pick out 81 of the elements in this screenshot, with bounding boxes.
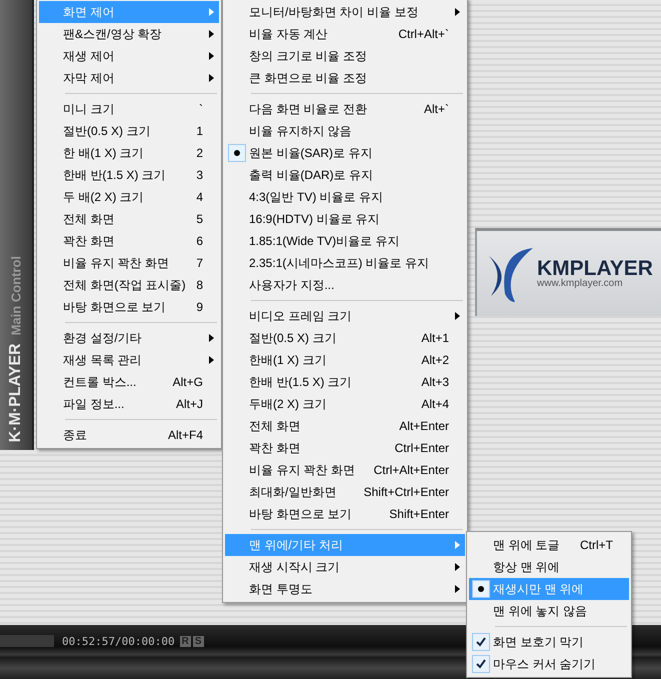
time-display: 00:52:57/00:00:00 [62,634,175,648]
menu-item[interactable]: 큰 화면으로 비율 조정 [225,67,465,89]
menu-item[interactable]: 한배 반(1.5 X) 크기 3 [39,164,219,186]
menu-item[interactable]: 절반(0.5 X) 크기 1 [39,120,219,142]
menu-item[interactable]: 비율 유지 꽉찬 화면 7 [39,252,219,274]
logo-name: KMPLAYER [537,258,653,279]
shortcut-text: Alt+Enter [399,419,449,433]
menu-item[interactable]: 두배(2 X) 크기 Alt+4 [225,393,465,415]
shortcut-text: Alt+J [176,397,203,411]
shortcut-text: 8 [196,278,203,292]
shortcut-text: ` [199,102,203,116]
shortcut-text: 5 [196,212,203,226]
menu-item[interactable]: 모니터/바탕화면 차이 비율 보정 [225,1,465,23]
shortcut-text: Alt+1 [421,331,449,345]
menu-item[interactable]: 전체 화면 Alt+Enter [225,415,465,437]
menu-item[interactable]: 비율 유지 꽉찬 화면 Ctrl+Alt+Enter [225,459,465,481]
shortcut-text: 9 [196,300,203,314]
menu-item[interactable]: 원본 비율(SAR)로 유지 [225,142,465,164]
menu-item[interactable]: 한배(1 X) 크기 Alt+2 [225,349,465,371]
menu-item[interactable]: 화면 보호기 막기 [469,631,629,653]
shortcut-text: 6 [196,234,203,248]
shortcut-text: Ctrl+Alt+` [398,27,449,41]
menu-item[interactable]: 한 배(1 X) 크기 2 [39,142,219,164]
shortcut-text: Alt+` [424,102,449,116]
shortcut-text: Alt+F4 [168,428,203,442]
menu-item[interactable]: 16:9(HDTV) 비율로 유지 [225,208,465,230]
menu-item[interactable]: 항상 맨 위에 [469,556,629,578]
side-title: K·M·PLAYER [7,343,25,442]
menu-item[interactable]: 창의 크기로 비율 조정 [225,45,465,67]
menu-item[interactable]: 컨트롤 박스... Alt+G [39,371,219,393]
menu-item[interactable]: 팬&스캔/영상 확장 [39,23,219,45]
menu-item[interactable]: 재생 시작시 크기 [225,556,465,578]
menu-item[interactable]: 전체 화면(작업 표시줄) 8 [39,274,219,296]
menu-item[interactable]: 비율 자동 계산 Ctrl+Alt+` [225,23,465,45]
status-badge: S [192,636,204,646]
shortcut-text: Ctrl+Enter [394,441,449,455]
shortcut-text: 2 [196,146,203,160]
menu-item[interactable]: 꽉찬 화면 6 [39,230,219,252]
shortcut-text: Shift+Enter [389,507,449,521]
shortcut-text: 1 [196,124,203,138]
shortcut-text: Alt+G [172,375,203,389]
seek-bar[interactable] [0,635,54,647]
shortcut-text: Alt+4 [421,397,449,411]
menu-item[interactable]: 바탕 화면으로 보기 Shift+Enter [225,503,465,525]
menu-item[interactable]: 절반(0.5 X) 크기 Alt+1 [225,327,465,349]
menu-item[interactable]: 1.85:1(Wide TV)비율로 유지 [225,230,465,252]
menu-item[interactable]: 재생 제어 [39,45,219,67]
menu-item[interactable]: 화면 투명도 [225,578,465,600]
menu-item[interactable]: 꽉찬 화면 Ctrl+Enter [225,437,465,459]
shortcut-text: Alt+2 [421,353,449,367]
menu-item[interactable]: 자막 제어 [39,67,219,89]
menu-item[interactable]: 파일 정보... Alt+J [39,393,219,415]
shortcut-text: 3 [196,168,203,182]
menu-item[interactable]: 맨 위에 토글 Ctrl+T [469,534,629,556]
menu-item[interactable]: 전체 화면 5 [39,208,219,230]
shortcut-text: Alt+3 [421,375,449,389]
menu-item[interactable]: 2.35:1(시네마스코프) 비율로 유지 [225,252,465,274]
side-subtitle: Main Control [8,256,24,336]
menu-item[interactable]: 사용자가 지정... [225,274,465,296]
menu-item[interactable]: 한배 반(1.5 X) 크기 Alt+3 [225,371,465,393]
menu-item[interactable]: 미니 크기 ` [39,98,219,120]
logo-url: www.kmplayer.com [537,279,624,289]
menu-item[interactable]: 비율 유지하지 않음 [225,120,465,142]
menu-item[interactable]: 재생 목록 관리 [39,349,219,371]
shortcut-text: 7 [196,256,203,270]
shortcut-text: Ctrl+T [580,538,613,552]
menu-item[interactable]: 마우스 커서 숨기기 [469,653,629,675]
menu-item[interactable]: 종료 Alt+F4 [39,424,219,446]
menu-item[interactable]: 최대화/일반화면 Shift+Ctrl+Enter [225,481,465,503]
menu-item[interactable]: 맨 위에 놓지 않음 [469,600,629,622]
menu-item[interactable]: 출력 비율(DAR)로 유지 [225,164,465,186]
menu-item[interactable]: 다음 화면 비율로 전환 Alt+` [225,98,465,120]
menu-item[interactable]: 4:3(일반 TV) 비율로 유지 [225,186,465,208]
menu-item[interactable]: 두 배(2 X) 크기 4 [39,186,219,208]
status-badge: R [180,636,191,646]
shortcut-text: Shift+Ctrl+Enter [364,485,449,499]
shortcut-text: Ctrl+Alt+Enter [374,463,449,477]
shortcut-text: 4 [196,190,203,204]
menu-item[interactable]: 환경 설정/기타 [39,327,219,349]
menu-item[interactable]: 비디오 프레임 크기 [225,305,465,327]
menu-item[interactable]: 바탕 화면으로 보기 9 [39,296,219,318]
